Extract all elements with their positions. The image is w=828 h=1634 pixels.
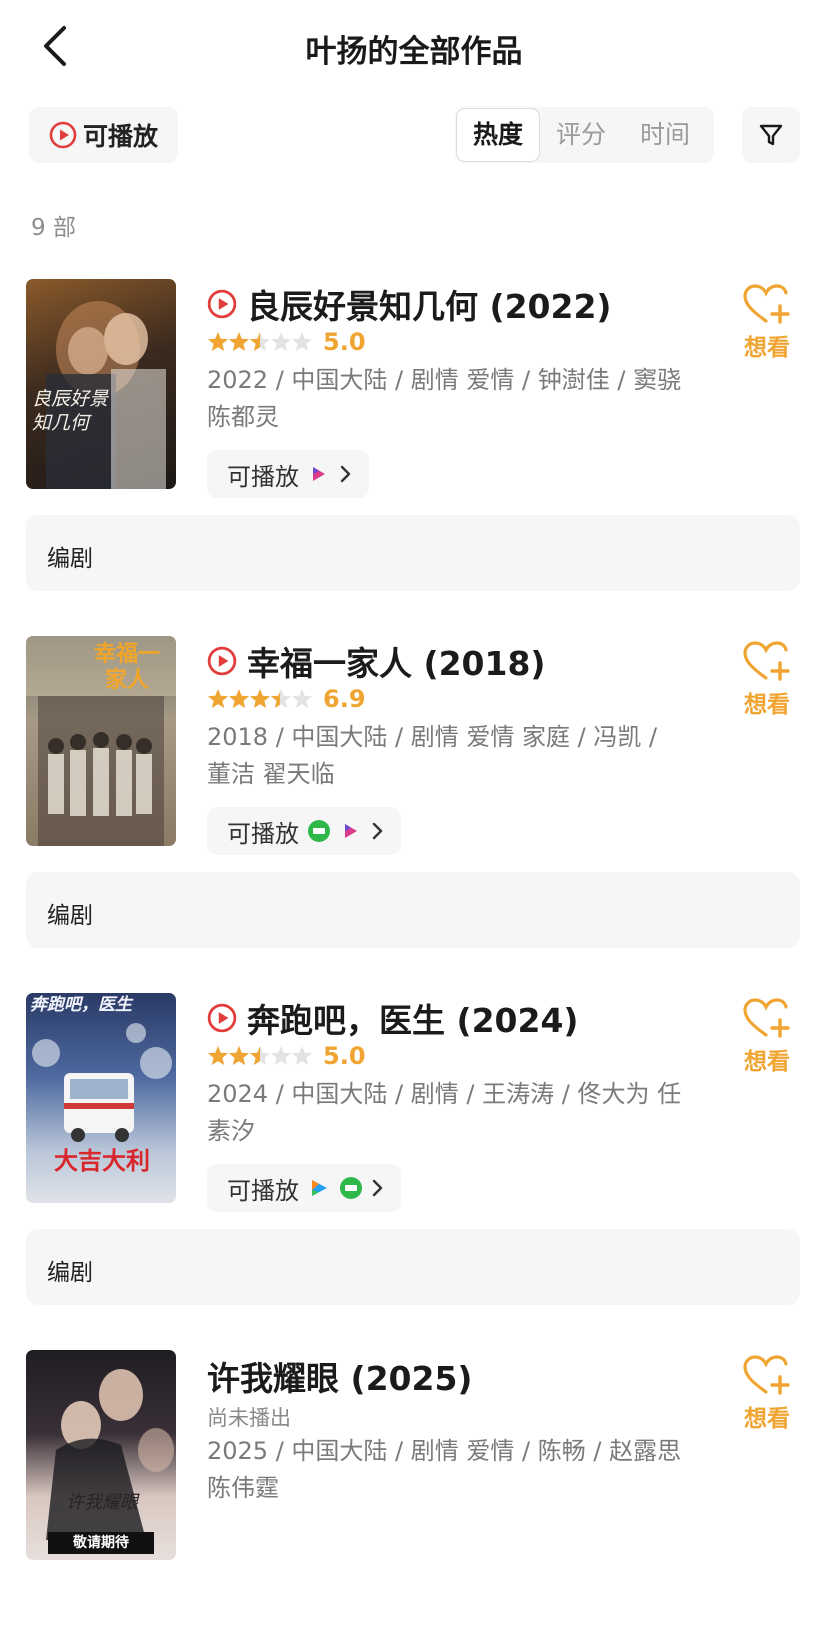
star-empty xyxy=(292,332,312,351)
chevron-right-icon xyxy=(340,465,351,483)
poster-title-text: 良辰好景知几何 xyxy=(32,388,109,434)
play-circle-icon xyxy=(207,1003,237,1033)
rating-stars-icon xyxy=(208,332,312,351)
heart-plus-icon xyxy=(743,998,790,1038)
poster-subtext: 大吉大利 xyxy=(54,1146,150,1175)
playable-filter-label: 可播放 xyxy=(82,122,158,151)
poster-image[interactable]: 奔跑吧，医生 大吉大利 xyxy=(26,993,176,1203)
playable-label: 可播放 xyxy=(227,819,299,848)
rating: 5.0 xyxy=(207,328,366,356)
want-to-watch-label: 想看 xyxy=(744,1406,790,1432)
role-label: 编剧 xyxy=(47,1260,93,1286)
want-to-watch-button[interactable]: 想看 xyxy=(736,284,798,362)
work-title-text: 奔跑吧，医生 (2024) xyxy=(247,1001,579,1040)
mango-tv-icon xyxy=(345,824,357,838)
work-title[interactable]: 幸福一家人 (2018) xyxy=(207,637,546,685)
role-bar: 编剧 xyxy=(26,1229,800,1305)
work-meta: 2022 / 中国大陆 / 剧情 爱情 / 钟澍佳 / 窦骁 陈都灵 xyxy=(207,366,682,431)
rating: 5.0 xyxy=(207,1042,366,1070)
playable-label: 可播放 xyxy=(227,462,299,491)
chevron-right-icon xyxy=(372,1179,383,1197)
iqiyi-icon xyxy=(308,820,330,842)
rating-score: 6.9 xyxy=(323,685,366,713)
poster-title-text: 许我耀眼 xyxy=(66,1492,138,1513)
play-circle-icon xyxy=(49,121,77,149)
playable-button[interactable]: 可播放 xyxy=(207,450,369,498)
mango-tv-icon xyxy=(313,467,325,481)
role-label: 编剧 xyxy=(47,546,93,572)
role-label: 编剧 xyxy=(47,903,93,929)
poster-title-text: 幸福一家人 xyxy=(93,642,160,693)
want-to-watch-label: 想看 xyxy=(744,692,790,718)
sort-tabs: 热度 评分 时间 xyxy=(455,107,714,163)
star-empty xyxy=(271,1046,291,1065)
poster-image[interactable]: 良辰好景知几何 xyxy=(26,279,176,489)
poster-title-text: 奔跑吧，医生 xyxy=(30,995,132,1015)
work-title-text: 许我耀眼 (2025) xyxy=(207,1359,473,1398)
playable-button[interactable]: 可播放 xyxy=(207,807,401,855)
star-empty xyxy=(292,689,312,708)
work-title[interactable]: 良辰好景知几何 (2022) xyxy=(207,280,612,328)
work-meta: 2018 / 中国大陆 / 剧情 爱情 家庭 / 冯凯 / 董洁 翟天临 xyxy=(207,723,658,788)
rating-score: 5.0 xyxy=(323,1042,366,1070)
tab-hot[interactable]: 热度 xyxy=(456,108,540,162)
works-count: 9 部 xyxy=(31,215,76,241)
release-status: 尚未播出 xyxy=(207,1406,291,1430)
poster-image[interactable]: 许我耀眼 敬请期待 xyxy=(26,1350,176,1560)
poster-badge: 敬请期待 xyxy=(48,1532,154,1554)
poster-image[interactable]: 幸福一家人 xyxy=(26,636,176,846)
rating-score: 5.0 xyxy=(323,328,366,356)
star-filled xyxy=(250,689,270,708)
role-bar: 编剧 xyxy=(26,515,800,591)
want-to-watch-button[interactable]: 想看 xyxy=(736,1355,798,1433)
rating-stars-icon xyxy=(208,689,312,708)
want-to-watch-button[interactable]: 想看 xyxy=(736,641,798,719)
star-filled xyxy=(208,689,228,708)
heart-plus-icon xyxy=(743,1355,790,1395)
filter-button[interactable] xyxy=(742,107,800,163)
heart-plus-icon xyxy=(743,284,790,324)
tencent-video-icon xyxy=(312,1180,327,1196)
heart-plus-icon xyxy=(743,641,790,681)
star-filled xyxy=(208,1046,228,1065)
funnel-icon xyxy=(759,124,783,146)
work-title[interactable]: 奔跑吧，医生 (2024) xyxy=(207,994,579,1042)
role-bar: 编剧 xyxy=(26,872,800,948)
want-to-watch-button[interactable]: 想看 xyxy=(736,998,798,1076)
work-title[interactable]: 许我耀眼 (2025) xyxy=(207,1352,473,1400)
star-filled xyxy=(229,1046,249,1065)
playable-label: 可播放 xyxy=(227,1176,299,1205)
work-title-text: 良辰好景知几何 (2022) xyxy=(247,287,612,326)
work-meta: 2025 / 中国大陆 / 剧情 爱情 / 陈畅 / 赵露思 陈伟霆 xyxy=(207,1437,682,1502)
page-title: 叶扬的全部作品 xyxy=(305,34,523,70)
want-to-watch-label: 想看 xyxy=(744,335,790,361)
star-filled xyxy=(229,332,249,351)
play-circle-icon xyxy=(207,646,237,676)
star-empty xyxy=(271,332,291,351)
tab-rating[interactable]: 评分 xyxy=(539,107,623,163)
poster-art xyxy=(46,301,166,489)
want-to-watch-label: 想看 xyxy=(744,1049,790,1075)
rating-stars-icon xyxy=(208,1046,312,1065)
playable-button[interactable]: 可播放 xyxy=(207,1164,401,1212)
tab-time[interactable]: 时间 xyxy=(623,107,707,163)
iqiyi-icon xyxy=(340,1177,362,1199)
poster-art xyxy=(46,1369,174,1540)
play-circle-icon xyxy=(207,289,237,319)
playable-filter-button[interactable]: 可播放 xyxy=(29,107,178,163)
star-filled xyxy=(229,689,249,708)
work-meta: 2024 / 中国大陆 / 剧情 / 王涛涛 / 佟大为 任素汐 xyxy=(207,1080,682,1145)
chevron-right-icon xyxy=(372,822,383,840)
rating: 6.9 xyxy=(207,685,366,713)
work-title-text: 幸福一家人 (2018) xyxy=(247,644,546,683)
star-filled xyxy=(208,332,228,351)
star-empty xyxy=(292,1046,312,1065)
